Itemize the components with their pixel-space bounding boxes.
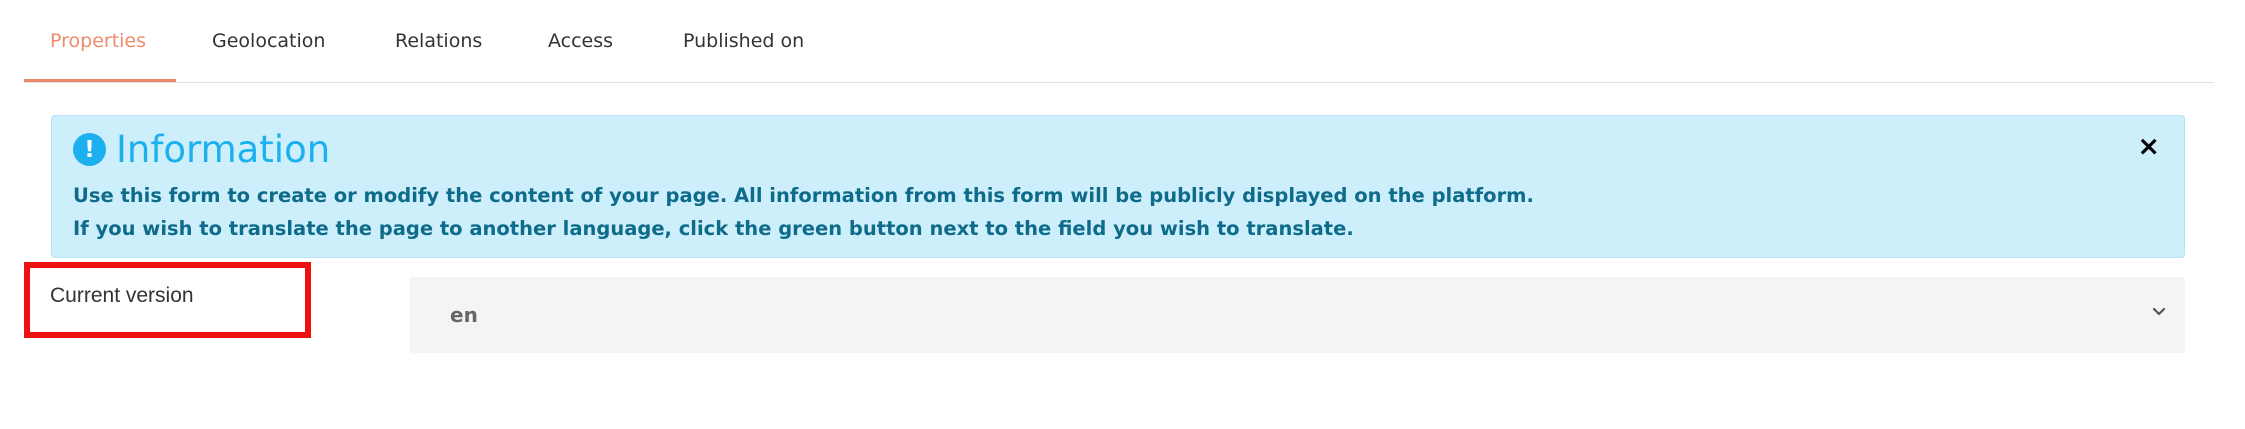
alert-message-line-1: Use this form to create or modify the co…: [73, 184, 1534, 207]
current-version-label: Current version: [50, 284, 194, 307]
current-version-select[interactable]: en: [410, 277, 2185, 353]
tab-published-on[interactable]: Published on: [683, 30, 804, 52]
active-tab-indicator: [24, 79, 176, 82]
tab-bar: Properties Geolocation Relations Access …: [24, 0, 2214, 83]
alert-message-line-2: If you wish to translate the page to ano…: [73, 217, 1354, 240]
tab-geolocation[interactable]: Geolocation: [212, 30, 325, 52]
exclamation-circle-icon: !: [73, 133, 106, 166]
tab-properties[interactable]: Properties: [50, 30, 146, 52]
information-alert: ! Information Use this form to create or…: [51, 115, 2185, 258]
chevron-down-icon: [2152, 307, 2166, 316]
close-icon[interactable]: ×: [2137, 133, 2160, 160]
tab-access[interactable]: Access: [548, 30, 613, 52]
current-version-value: en: [450, 303, 478, 327]
tab-relations[interactable]: Relations: [395, 30, 482, 52]
alert-title: Information: [116, 128, 331, 171]
